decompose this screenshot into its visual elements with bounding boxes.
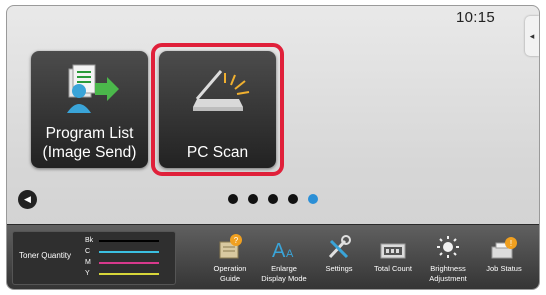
scanner-icon: [159, 61, 276, 117]
svg-text:A: A: [272, 240, 286, 261]
brightness-adjustment-button[interactable]: Brightness Adjustment: [420, 231, 476, 284]
total-count-label-line1: Total Count: [374, 264, 412, 273]
operation-guide-label-line1: Operation: [213, 264, 247, 273]
toner-row-m: M: [85, 259, 159, 266]
page-indicator: [7, 194, 539, 204]
job-status-button[interactable]: ! Job Status: [476, 231, 532, 274]
page-dot-2[interactable]: [248, 194, 258, 204]
enlarge-display-label: Enlarge Display Mode: [256, 264, 312, 284]
brightness-label-line2: Adjustment: [429, 274, 467, 283]
settings-label: Settings: [311, 264, 367, 274]
page-dot-4[interactable]: [288, 194, 298, 204]
toner-quantity-label: Toner Quantity: [19, 251, 72, 260]
side-panel-tab[interactable]: ◂: [525, 16, 539, 56]
svg-text:A: A: [286, 248, 294, 260]
operation-guide-label-line2: Guide: [219, 274, 240, 283]
settings-button[interactable]: Settings: [311, 231, 367, 274]
job-status-label: Job Status: [476, 264, 532, 274]
job-status-label-line1: Job Status: [486, 264, 522, 273]
toner-bar-bk: [99, 239, 159, 242]
clock: 10:15: [455, 9, 495, 26]
page-dot-3[interactable]: [268, 194, 278, 204]
toner-bar-m: [99, 261, 159, 264]
page-dot-5-active[interactable]: [308, 194, 318, 204]
svg-text:?: ?: [234, 236, 239, 245]
brightness-icon: [420, 231, 476, 261]
operation-guide-icon: ?: [202, 231, 258, 261]
program-list-label-line1: Program List: [45, 125, 134, 142]
pc-scan-label-line1: PC Scan: [186, 144, 249, 161]
function-bar: Toner Quantity Bk C M Y ? Operation Guid…: [7, 224, 539, 289]
toner-name-bk: Bk: [85, 237, 94, 244]
settings-label-line1: Settings: [325, 264, 353, 273]
svg-text:!: !: [510, 239, 512, 248]
toner-quantity-panel[interactable]: Toner Quantity Bk C M Y: [12, 231, 176, 285]
toner-name-y: Y: [85, 270, 90, 277]
brightness-label: Brightness Adjustment: [420, 264, 476, 284]
toner-bar-c: [99, 250, 159, 253]
home-screen-panel: 10:15 ◂ Program List (Image Send) PC Sca…: [6, 5, 540, 290]
brightness-label-line1: Brightness: [430, 264, 466, 273]
enlarge-display-label-line1: Enlarge: [271, 264, 297, 273]
pc-scan-label: PC Scan: [159, 143, 276, 162]
enlarge-display-mode-button[interactable]: A A Enlarge Display Mode: [256, 231, 312, 284]
toner-name-m: M: [85, 259, 91, 266]
pc-scan-tile[interactable]: PC Scan: [159, 51, 276, 168]
total-count-button[interactable]: Total Count: [365, 231, 421, 274]
program-list-label-line2: (Image Send): [42, 144, 137, 161]
enlarge-display-label-line2: Display Mode: [261, 274, 307, 283]
operation-guide-button[interactable]: ? Operation Guide: [202, 231, 258, 284]
total-count-icon: [365, 231, 421, 261]
operation-guide-label: Operation Guide: [202, 264, 258, 284]
toner-row-c: C: [85, 248, 159, 255]
enlarge-display-icon: A A: [256, 231, 312, 261]
total-count-label: Total Count: [365, 264, 421, 274]
job-status-icon: !: [476, 231, 532, 261]
program-list-icon: [31, 61, 148, 117]
toner-row-bk: Bk: [85, 237, 159, 244]
program-list-tile[interactable]: Program List (Image Send): [31, 51, 148, 168]
page-dot-1[interactable]: [228, 194, 238, 204]
program-list-label: Program List (Image Send): [31, 124, 148, 162]
toner-bar-y: [99, 272, 159, 275]
settings-icon: [311, 231, 367, 261]
toner-name-c: C: [85, 248, 91, 255]
toner-row-y: Y: [85, 270, 159, 277]
